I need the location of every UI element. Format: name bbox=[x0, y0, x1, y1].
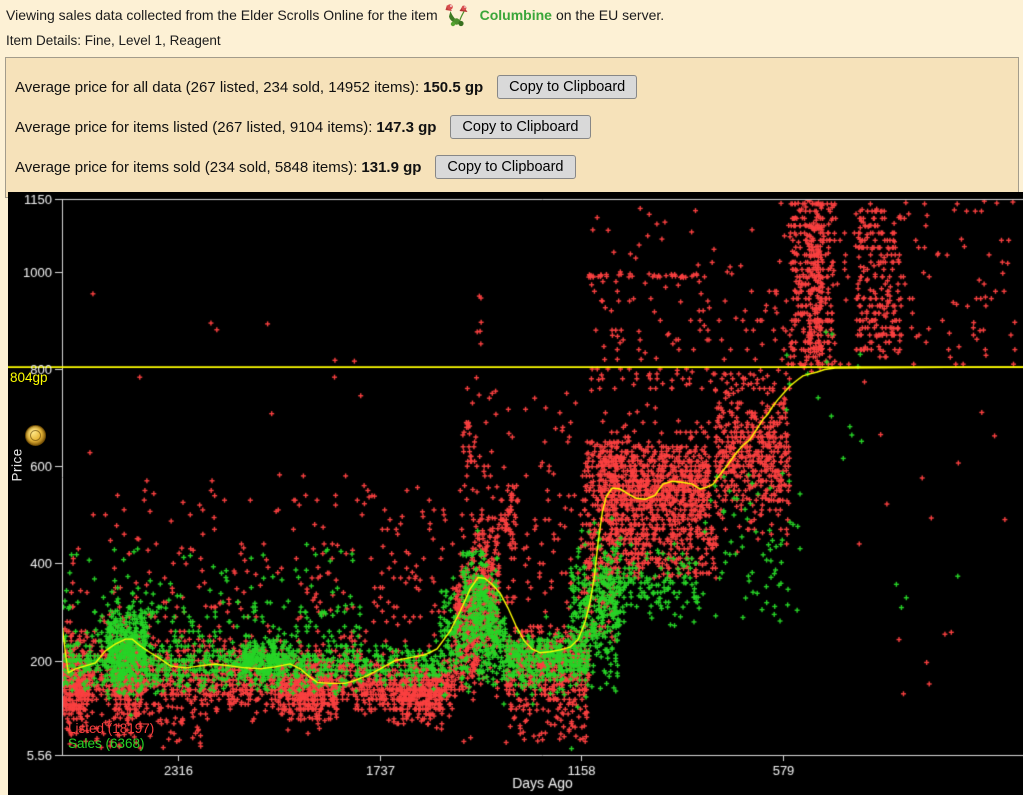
header-line1: Viewing sales data collected from the El… bbox=[6, 3, 1023, 27]
stat-row-sold: Average price for items sold (234 sold, … bbox=[15, 147, 1018, 187]
stat-row-all-data: Average price for all data (267 listed, … bbox=[15, 67, 1018, 107]
stat-label: Average price for items listed (267 list… bbox=[15, 118, 373, 136]
header-line1-post: on the EU server. bbox=[555, 7, 665, 23]
current-price-label: 804gp bbox=[10, 370, 48, 385]
stat-label: Average price for items sold (234 sold, … bbox=[15, 158, 358, 176]
y-axis-title: Price bbox=[9, 448, 25, 482]
columbine-flower-icon bbox=[444, 3, 474, 28]
copy-to-clipboard-button-listed[interactable]: Copy to Clipboard bbox=[450, 115, 591, 139]
chart-panel: Price 804gp Listed (18197) Sales (6368) bbox=[8, 192, 1023, 795]
gold-coin-icon bbox=[25, 425, 46, 446]
stat-value: 150.5 gp bbox=[423, 78, 484, 96]
stat-value: 131.9 gp bbox=[361, 158, 422, 176]
price-chart-canvas bbox=[8, 192, 1023, 795]
page-header: Viewing sales data collected from the El… bbox=[0, 0, 1023, 48]
stat-row-listed: Average price for items listed (267 list… bbox=[15, 107, 1018, 147]
item-name-link[interactable]: Columbine bbox=[480, 7, 552, 23]
copy-to-clipboard-button-sold[interactable]: Copy to Clipboard bbox=[435, 155, 576, 179]
page-root: Viewing sales data collected from the El… bbox=[0, 0, 1023, 795]
legend-sales-label: Sales (6368) bbox=[68, 736, 145, 751]
stat-value: 147.3 gp bbox=[376, 118, 437, 136]
stat-label: Average price for all data (267 listed, … bbox=[15, 78, 420, 96]
stats-box: Average price for all data (267 listed, … bbox=[5, 57, 1019, 198]
legend-listed-label: Listed (18197) bbox=[68, 721, 155, 736]
header-line2: Item Details: Fine, Level 1, Reagent bbox=[6, 33, 221, 48]
chart-legend: Listed (18197) Sales (6368) bbox=[68, 721, 154, 751]
header-line1-pre: Viewing sales data collected from the El… bbox=[6, 7, 438, 23]
copy-to-clipboard-button-all[interactable]: Copy to Clipboard bbox=[497, 75, 638, 99]
